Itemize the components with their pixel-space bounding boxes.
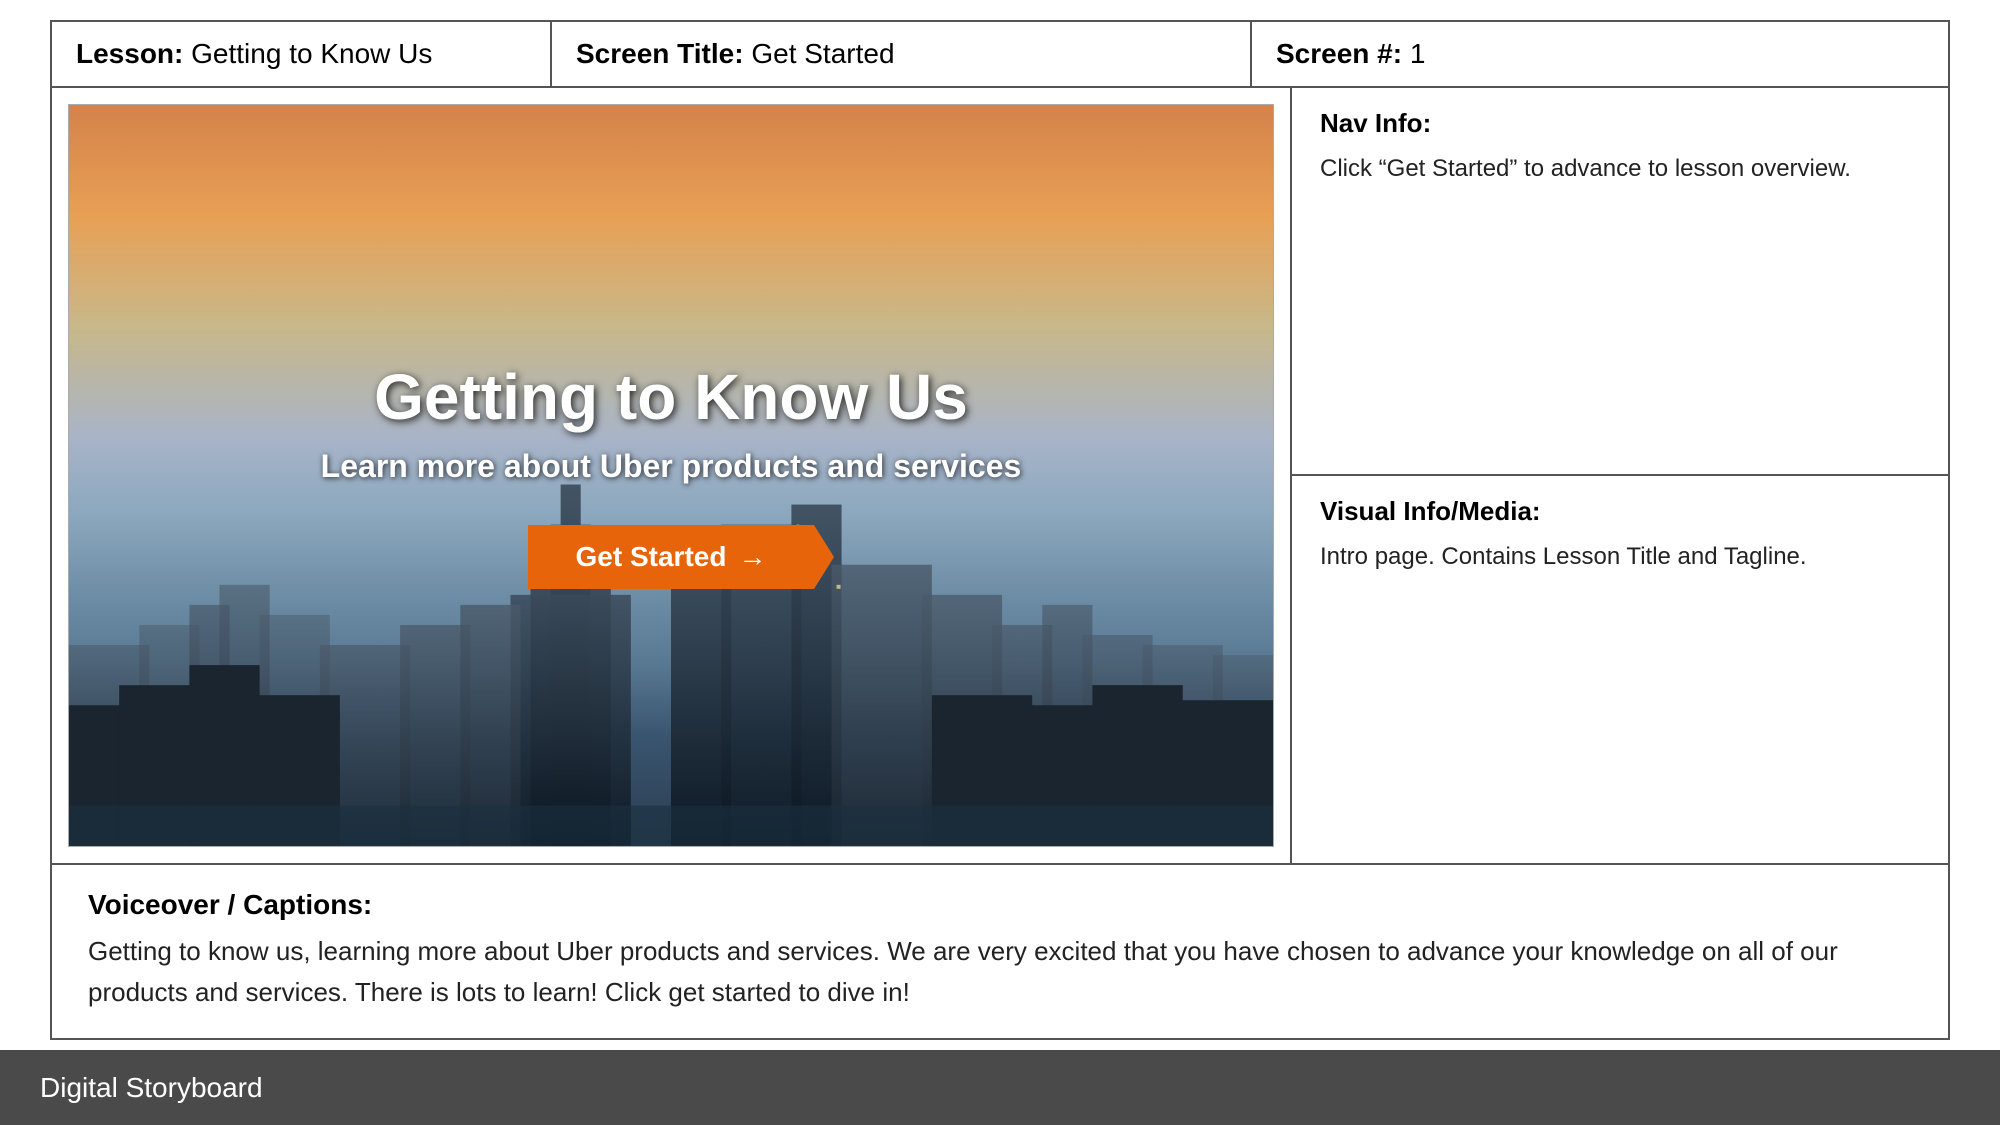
screen-num-cell: Screen #: 1 [1252,22,1948,86]
visual-info-cell: Visual Info/Media: Intro page. Contains … [1292,476,1948,862]
screen-num-label: Screen #: 1 [1276,38,1425,69]
nav-info-cell: Nav Info: Click “Get Started” to advance… [1292,88,1948,476]
voiceover-row: Voiceover / Captions: Getting to know us… [52,865,1948,1038]
nav-info-text: Click “Get Started” to advance to lesson… [1320,151,1920,187]
slide-preview: Getting to Know Us Learn more about Uber… [68,104,1274,847]
voiceover-text: Getting to know us, learning more about … [88,931,1912,1014]
footer-bar: Digital Storyboard [0,1050,2000,1125]
main-content: Lesson: Getting to Know Us Screen Title:… [0,0,2000,1050]
footer-text: Digital Storyboard [40,1072,263,1104]
voiceover-heading: Voiceover / Captions: [88,889,1912,921]
visual-info-heading: Visual Info/Media: [1320,496,1920,527]
screen-title-cell: Screen Title: Get Started [552,22,1252,86]
lesson-cell: Lesson: Getting to Know Us [52,22,552,86]
arrow-icon: → [738,541,766,573]
lesson-label: Lesson: Getting to Know Us [76,38,432,69]
get-started-button[interactable]: Get Started → [528,525,815,589]
info-cell: Nav Info: Click “Get Started” to advance… [1292,88,1948,863]
body-row: Getting to Know Us Learn more about Uber… [52,88,1948,865]
preview-cell: Getting to Know Us Learn more about Uber… [52,88,1292,863]
slide-content: Getting to Know Us Learn more about Uber… [69,342,1273,609]
get-started-button-label: Get Started [576,541,727,573]
visual-info-text: Intro page. Contains Lesson Title and Ta… [1320,539,1920,575]
screen-title-label: Screen Title: Get Started [576,38,895,69]
storyboard-table: Lesson: Getting to Know Us Screen Title:… [50,20,1950,1040]
header-row: Lesson: Getting to Know Us Screen Title:… [52,22,1948,88]
slide-title: Getting to Know Us [89,362,1253,432]
slide-tagline: Learn more about Uber products and servi… [89,448,1253,485]
nav-info-heading: Nav Info: [1320,108,1920,139]
